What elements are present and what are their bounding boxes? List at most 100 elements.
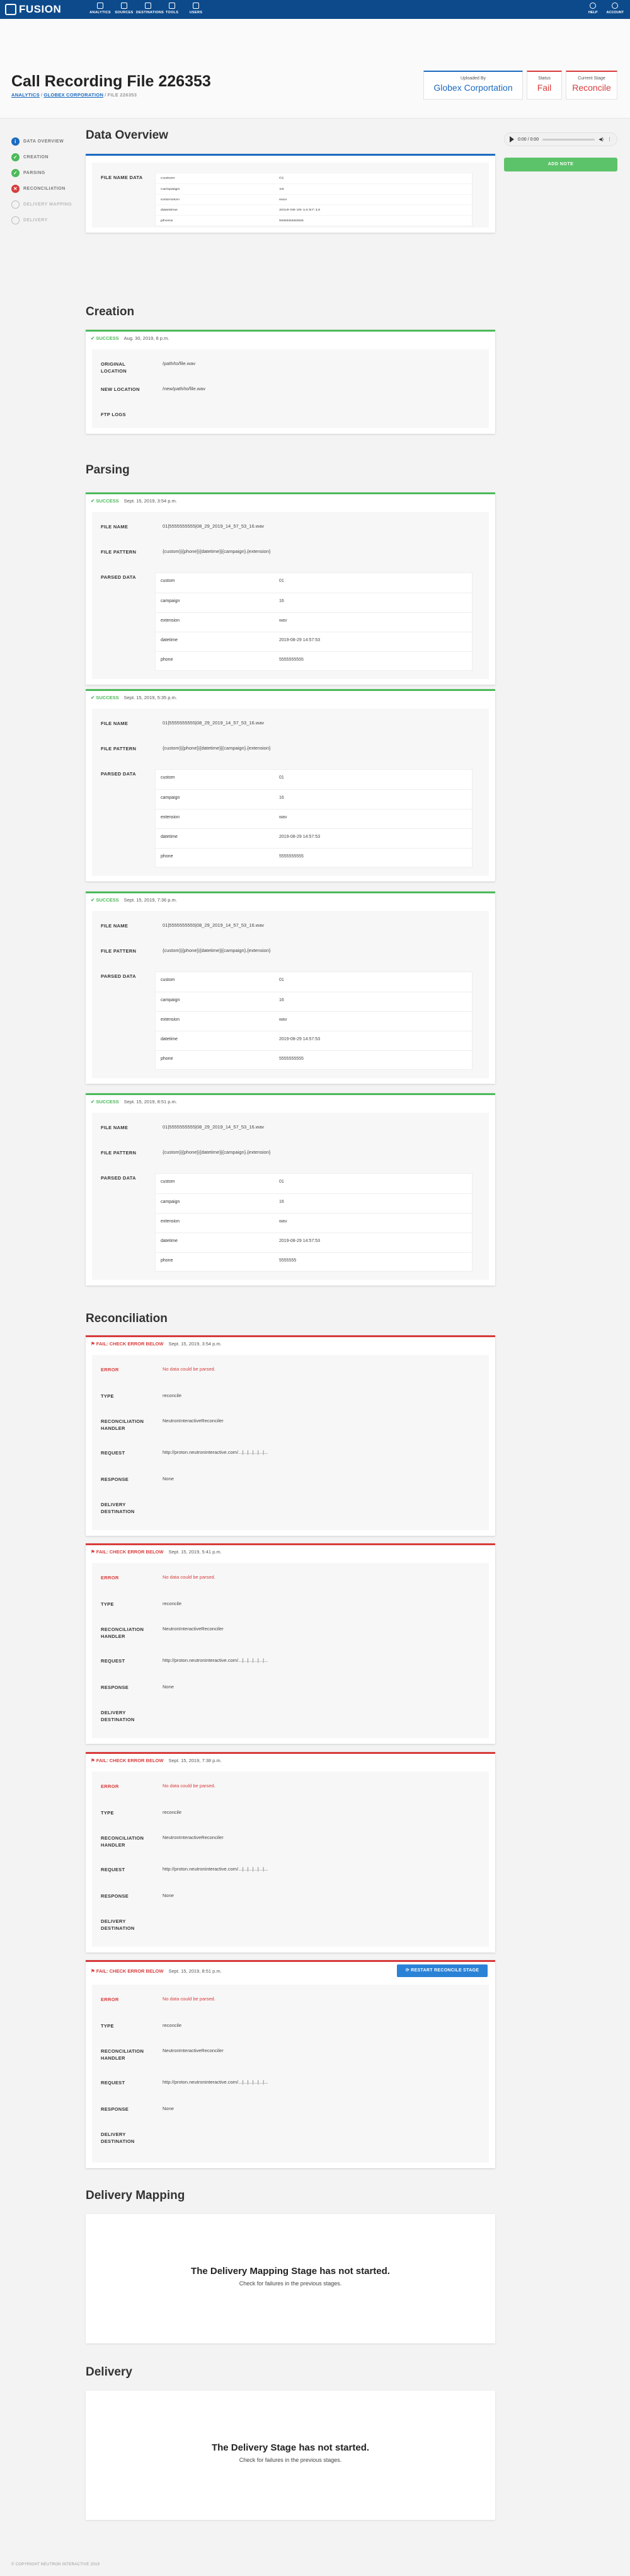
error-value: No data could be parsed. [163, 1783, 215, 1789]
field-label: RESPONSE [101, 1477, 129, 1482]
play-icon[interactable] [510, 136, 514, 142]
sidenav-label: DELIVERY [23, 218, 48, 223]
field-label: DELIVERY DESTINATION [101, 1710, 135, 1722]
sidenav-label: DATA OVERVIEW [23, 139, 64, 144]
parsing-panel: FILE NAME 01|5555555555|08_29_2019_14_57_… [92, 512, 489, 679]
response-value: None [163, 1476, 174, 1482]
nav-users[interactable]: USERS [184, 2, 208, 15]
table-value: 5555555555 [279, 219, 304, 223]
table-row: datetime 2019-08-29 14:57:53 [156, 1031, 472, 1050]
field-label: DELIVERY DESTINATION [101, 1918, 135, 1931]
table-key: datetime [161, 1239, 178, 1243]
field-label: RESPONSE [101, 2106, 129, 2112]
response-value: None [163, 2106, 174, 2111]
restart-reconcile-button[interactable]: ⟳ RESTART RECONCILE STAGE [397, 1964, 488, 1977]
table-key: extension [161, 1219, 180, 1224]
field-label: TYPE [101, 2023, 114, 2029]
table-value: 2019-08-29 14:57:53 [279, 1037, 320, 1041]
field-label: RECONCILIATION HANDLER [101, 1419, 144, 1431]
table-value: 16 [279, 1200, 284, 1204]
nav-help[interactable]: HELP [588, 2, 598, 15]
fail-badge: ⚑ FAIL: CHECK ERROR BELOW [91, 1548, 164, 1555]
sidenav-reconciliation[interactable]: ✕ RECONCILIATION [11, 181, 72, 197]
nav-label: SOURCES [115, 11, 134, 15]
table-value: 16 [279, 599, 284, 603]
field-label: FTP LOGS [101, 412, 126, 417]
table-value: 2019-08-29 14:57:53 [279, 638, 320, 642]
sidenav-parsing[interactable]: ✓ PARSING [11, 165, 72, 181]
field-label: FILE NAME [101, 1125, 129, 1130]
field-label: ERROR [101, 1784, 119, 1789]
table-key: datetime [161, 638, 178, 642]
sidenav-delivery[interactable]: DELIVERY [11, 212, 72, 228]
nav-analytics[interactable]: ANALYTICS [88, 2, 112, 15]
audio-time: 0:00 / 0:00 [518, 137, 539, 142]
sidenav-label: RECONCILIATION [23, 187, 66, 191]
nav-label: ANALYTICS [89, 11, 111, 15]
parsing-card: ✔ SUCCESS Sept. 15, 2019, 7:36 p.m. FILE … [86, 891, 495, 1084]
table-row: phone 5555555555 [156, 215, 472, 226]
sidenav-delivery-mapping[interactable]: DELIVERY MAPPING [11, 197, 72, 212]
table-key: extension [161, 1018, 180, 1022]
error-value: No data could be parsed. [163, 1366, 215, 1372]
table-row: campaign 16 [156, 1193, 472, 1213]
nav-sources[interactable]: SOURCES [112, 2, 136, 15]
more-icon[interactable]: ⋮ [607, 137, 612, 142]
table-key: custom [161, 177, 175, 180]
parsing-date: Sept. 15, 2019, 5:35 p.m. [123, 694, 177, 700]
empty-title: The Delivery Stage has not started. [211, 2442, 370, 2453]
table-key: extension [161, 815, 180, 820]
audio-player[interactable]: 0:00 / 0:00 ◀) ⋮ [504, 132, 617, 146]
parsing-date: Sept. 15, 2019, 3:54 p.m. [123, 497, 177, 504]
error-value: No data could be parsed. [163, 1574, 215, 1580]
reconciliation-card: ⚑ FAIL: CHECK ERROR BELOW Sept. 15, 2019,… [86, 1543, 495, 1744]
parsing-date: Sept. 15, 2019, 7:36 p.m. [123, 896, 177, 903]
field-label: FILE PATTERN [101, 746, 137, 751]
table-key: phone [161, 854, 173, 859]
field-label: ERROR [101, 1575, 119, 1581]
brand-logo[interactable]: FUSION [5, 3, 61, 16]
field-label: DELIVERY DESTINATION [101, 1502, 135, 1514]
parsing-panel: FILE NAME 01|5555555555|08_29_2019_14_57_… [92, 1113, 489, 1280]
breadcrumb-analytics[interactable]: ANALYTICS [11, 92, 40, 98]
table-row: campaign 16 [156, 183, 472, 194]
section-title-delivery-mapping: Delivery Mapping [86, 2189, 185, 2202]
parsing-date: Sept. 15, 2019, 8:51 p.m. [123, 1098, 177, 1105]
info-value: Fail [537, 83, 552, 93]
field-label: RECONCILIATION HANDLER [101, 1835, 144, 1848]
field-label: NEW LOCATION [101, 386, 140, 392]
field-label: RESPONSE [101, 1685, 129, 1690]
users-icon [193, 3, 199, 9]
nav-tools[interactable]: TOOLS [160, 2, 184, 15]
table-key: campaign [161, 796, 180, 800]
sidenav-label: PARSING [23, 171, 45, 175]
audio-progress[interactable] [542, 138, 595, 141]
sidenav-data-overview[interactable]: i DATA OVERVIEW [11, 134, 72, 149]
table-row: datetime 2019-08-29 14:57:53 [156, 828, 472, 848]
empty-title: The Delivery Mapping Stage has not start… [191, 2266, 390, 2277]
uploaded-by-box: Uploaded By Globex Corportation [423, 71, 523, 100]
breadcrumb-company[interactable]: GLOBEX CORPORATION [43, 92, 103, 98]
nav-destinations[interactable]: DESTINATIONS [136, 2, 164, 15]
table-key: datetime [161, 1037, 178, 1041]
table-row: extension wav [156, 194, 472, 205]
sidenav-creation[interactable]: ✓ CREATION [11, 149, 72, 165]
table-key: extension [161, 618, 180, 623]
volume-icon[interactable]: ◀) [598, 137, 604, 142]
new-location-value: /new/path/to/file.wav [163, 386, 205, 392]
field-label: FILE NAME [101, 721, 129, 726]
section-title-parsing: Parsing [86, 463, 130, 477]
page-title: Call Recording File 226353 [11, 73, 211, 90]
table-row: custom 01 [156, 173, 472, 184]
add-note-button[interactable]: ADD NOTE [504, 158, 617, 171]
reconciliation-header: ⚑ FAIL: CHECK ERROR BELOW Sept. 15, 2019,… [86, 1545, 495, 1558]
pending-icon [11, 200, 20, 209]
parsing-header: ✔ SUCCESS Sept. 15, 2019, 3:54 p.m. [86, 494, 495, 507]
nav-account[interactable]: ACCOUNT [607, 2, 624, 15]
reconciliation-date: Sept. 15, 2019, 8:51 p.m. [168, 1968, 222, 1974]
field-label: FILE PATTERN [101, 948, 137, 954]
table-value: wav [279, 198, 287, 201]
file-pattern-value: {custom}|{phone}|{datetime}|{campaign}.{… [163, 548, 271, 554]
field-label: ERROR [101, 1997, 119, 2002]
page-header: Call Recording File 226353 ANALYTICS / GLO… [0, 19, 630, 119]
